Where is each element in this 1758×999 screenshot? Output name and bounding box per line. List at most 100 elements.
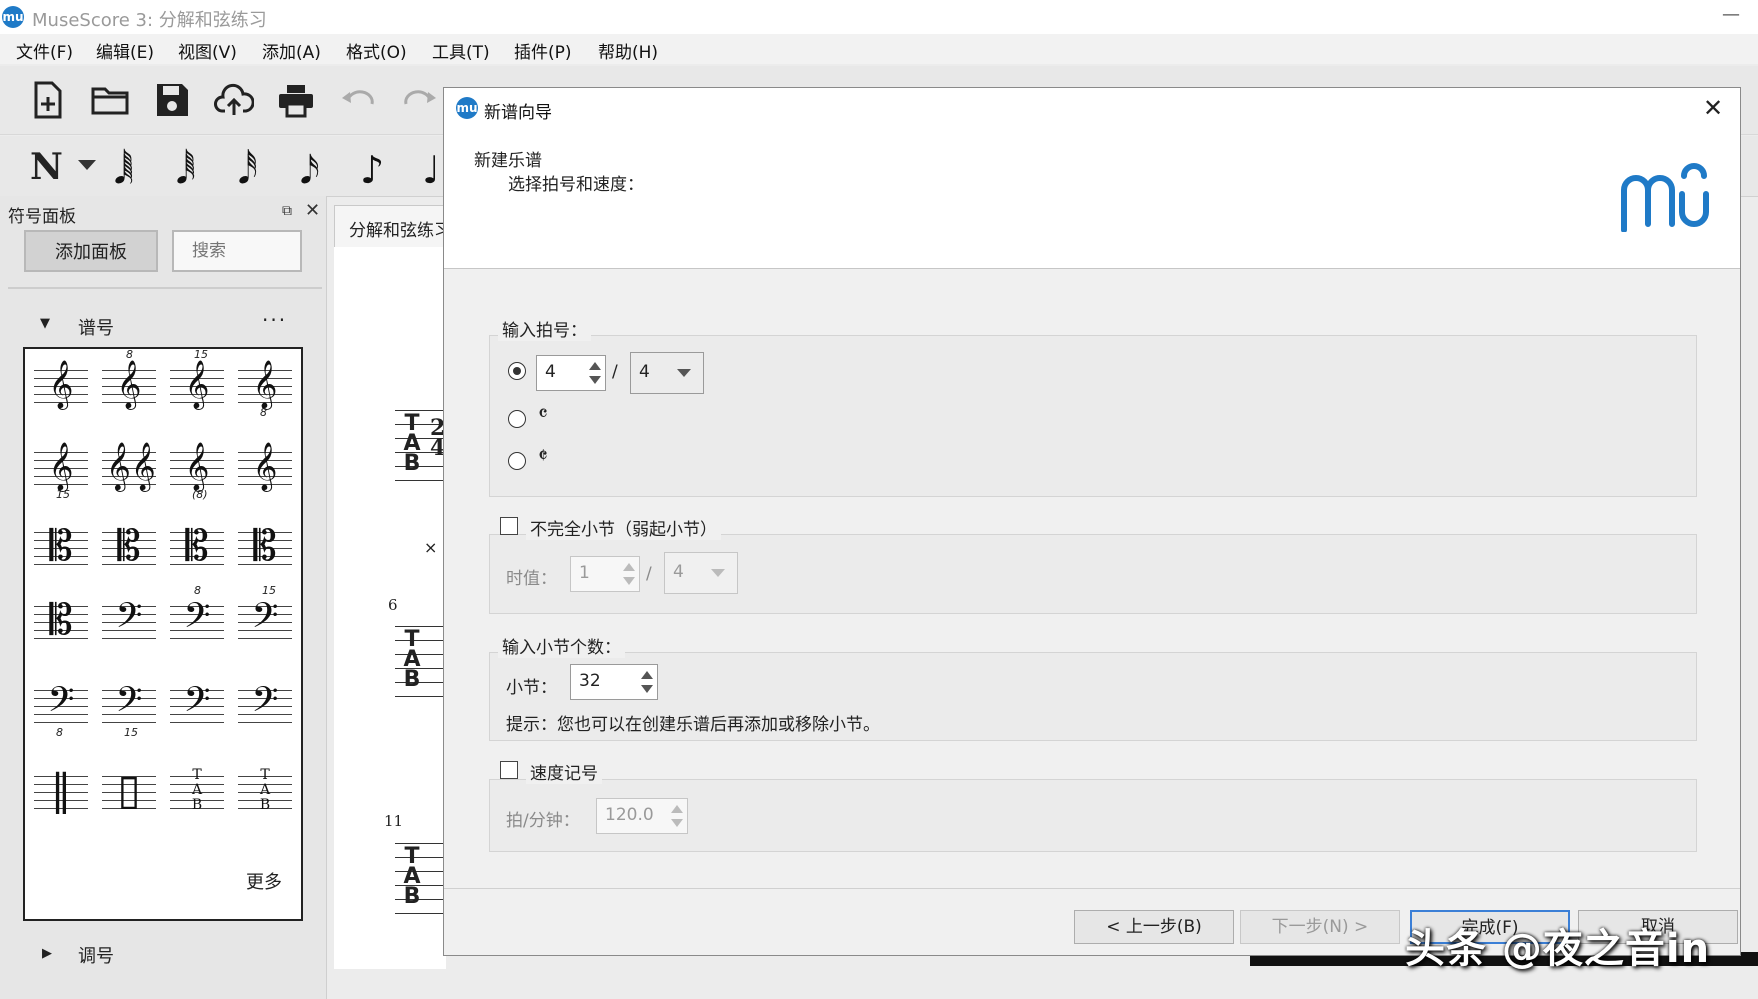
collapse-arrow-icon[interactable]: ▼: [40, 316, 50, 331]
clef-palette-cell[interactable]: 𝄞𝄞: [98, 438, 160, 498]
menu-view[interactable]: 视图(V): [178, 38, 237, 63]
expand-arrow-icon[interactable]: ▶: [42, 946, 52, 961]
wizard-page-title: 新建乐谱: [474, 151, 542, 171]
clef-palette-cell[interactable]: ▯: [98, 762, 160, 822]
clef-palette-cell[interactable]: T A B: [166, 762, 228, 822]
clef-section-title[interactable]: 谱号: [78, 314, 114, 340]
stepper-arrows[interactable]: [619, 557, 639, 591]
clef-palette-cell[interactable]: T A B: [234, 762, 296, 822]
clef-palette-cell[interactable]: 𝄞: [234, 438, 296, 498]
score-tab[interactable]: 分解和弦练习: [334, 205, 446, 247]
clef-icon: T A B: [259, 767, 271, 813]
more-options-icon[interactable]: ···: [262, 308, 287, 332]
pickup-measure-checkbox[interactable]: [500, 517, 518, 535]
clef-palette-cell[interactable]: 𝄞 8: [98, 348, 160, 416]
clef-palette-cell[interactable]: 𝄡: [234, 518, 296, 578]
measure-number: 6: [388, 596, 398, 614]
note-32nd-icon[interactable]: 𝅘𝅥𝅰: [238, 148, 258, 193]
octave-marker: 15: [124, 726, 138, 739]
stepper-arrows[interactable]: [585, 356, 605, 390]
clef-icon: 𝄢: [115, 595, 143, 644]
add-palette-button[interactable]: 添加面板: [24, 230, 158, 272]
clef-palette-cell[interactable]: 𝄢 8: [166, 584, 228, 652]
clef-palette-cell[interactable]: 𝄞 (8): [166, 438, 228, 501]
clef-palette-cell[interactable]: ‖: [30, 762, 92, 822]
pickup-numerator-spinbox[interactable]: 1: [570, 556, 640, 592]
new-file-icon[interactable]: [28, 80, 68, 120]
custom-time-signature-radio[interactable]: [508, 362, 526, 380]
note-128th-icon[interactable]: 𝅘𝅥𝅲: [114, 148, 134, 193]
cloud-upload-icon[interactable]: [214, 80, 254, 120]
cut-time-radio[interactable]: [508, 452, 526, 470]
note-64th-icon[interactable]: 𝅘𝅥𝅱: [176, 148, 196, 193]
clef-palette-cell[interactable]: 𝄡: [166, 518, 228, 578]
minimize-window-button[interactable]: —: [1722, 4, 1740, 25]
note-quarter-icon[interactable]: ♩: [422, 148, 440, 192]
measures-spinbox[interactable]: 32: [570, 664, 658, 700]
pickup-denominator-select[interactable]: 4: [664, 552, 738, 594]
clef-palette-cell[interactable]: 𝄞 15: [30, 438, 92, 501]
time-denominator-select[interactable]: 4: [630, 352, 704, 394]
measures-value: 32: [579, 671, 601, 691]
bpm-value: 120.0: [605, 805, 654, 825]
tab-clef: T A B: [403, 627, 421, 692]
next-button[interactable]: 下一步(N) >: [1240, 910, 1400, 944]
note-eighth-icon[interactable]: ♪: [360, 148, 384, 192]
clef-icon: 𝄞: [252, 441, 278, 490]
x-notehead: ×: [424, 538, 438, 557]
stepper-arrows[interactable]: [637, 665, 657, 699]
key-signature-section-title[interactable]: 调号: [78, 942, 114, 968]
redo-icon[interactable]: [400, 80, 440, 120]
pickup-numerator-value: 1: [579, 563, 590, 583]
clef-icon: 𝄞: [184, 359, 210, 408]
time-numerator-spinbox[interactable]: 4: [536, 355, 606, 391]
popout-icon[interactable]: ⧉: [282, 203, 292, 219]
pickup-measure-label: 不完全小节（弱起小节）: [526, 515, 721, 540]
print-icon[interactable]: [276, 80, 316, 120]
clef-palette-cell[interactable]: 𝄡: [98, 518, 160, 578]
tempo-checkbox[interactable]: [500, 761, 518, 779]
stepper-arrows[interactable]: [667, 799, 687, 833]
close-icon[interactable]: ✕: [1703, 94, 1723, 122]
back-button[interactable]: < 上一步(B): [1074, 910, 1234, 944]
clef-palette-cell[interactable]: 𝄞 15: [166, 348, 228, 416]
chevron-down-icon: [711, 569, 725, 577]
clef-icon: 𝄡: [117, 521, 141, 570]
pickup-denominator-value: 4: [673, 562, 684, 582]
clef-palette-cell[interactable]: 𝄢 15: [234, 584, 296, 652]
clef-icon: 𝄡: [253, 521, 277, 570]
palette-search-input[interactable]: [172, 230, 302, 272]
note-input-mode-button[interactable]: N: [30, 146, 63, 188]
clef-palette-cell[interactable]: 𝄞 8: [234, 356, 296, 419]
menu-edit[interactable]: 编辑(E): [96, 38, 154, 63]
dialog-title: 新谱向导: [484, 103, 552, 123]
note-16th-icon[interactable]: 𝅘𝅥𝅯: [300, 148, 320, 193]
undo-icon[interactable]: [338, 80, 378, 120]
clef-palette-cell[interactable]: 𝄡: [30, 592, 92, 652]
palette-title: 符号面板: [8, 207, 76, 227]
chevron-down-icon[interactable]: [78, 160, 96, 170]
clef-palette-cell[interactable]: 𝄢: [166, 676, 228, 736]
hint-text: 提示：您也可以在创建乐谱后再添加或移除小节。: [506, 715, 880, 735]
clef-palette-cell[interactable]: 𝄢: [234, 676, 296, 736]
octave-marker: 8: [126, 348, 133, 361]
menu-format[interactable]: 格式(O): [346, 38, 407, 63]
menu-file[interactable]: 文件(F): [16, 38, 73, 63]
common-time-radio[interactable]: [508, 410, 526, 428]
clef-palette-cell[interactable]: 𝄢 8: [30, 676, 92, 739]
menu-add[interactable]: 添加(A): [262, 38, 321, 63]
time-numerator-value: 4: [545, 362, 556, 382]
menu-plugins[interactable]: 插件(P): [514, 38, 572, 63]
wizard-page-subtitle: 选择拍号和速度：: [508, 175, 644, 195]
bpm-spinbox[interactable]: 120.0: [596, 798, 688, 834]
menu-help[interactable]: 帮助(H): [598, 38, 658, 63]
clef-palette-cell[interactable]: 𝄞: [30, 356, 92, 416]
clef-palette-cell[interactable]: 𝄢: [98, 592, 160, 652]
clef-palette-cell[interactable]: 𝄢 15: [98, 676, 160, 739]
menu-tools[interactable]: 工具(T): [432, 38, 490, 63]
close-palette-icon[interactable]: ✕: [305, 200, 320, 221]
save-icon[interactable]: [152, 80, 192, 120]
more-clefs-button[interactable]: 更多: [246, 868, 282, 894]
clef-palette-cell[interactable]: 𝄡: [30, 518, 92, 578]
open-folder-icon[interactable]: [90, 80, 130, 120]
